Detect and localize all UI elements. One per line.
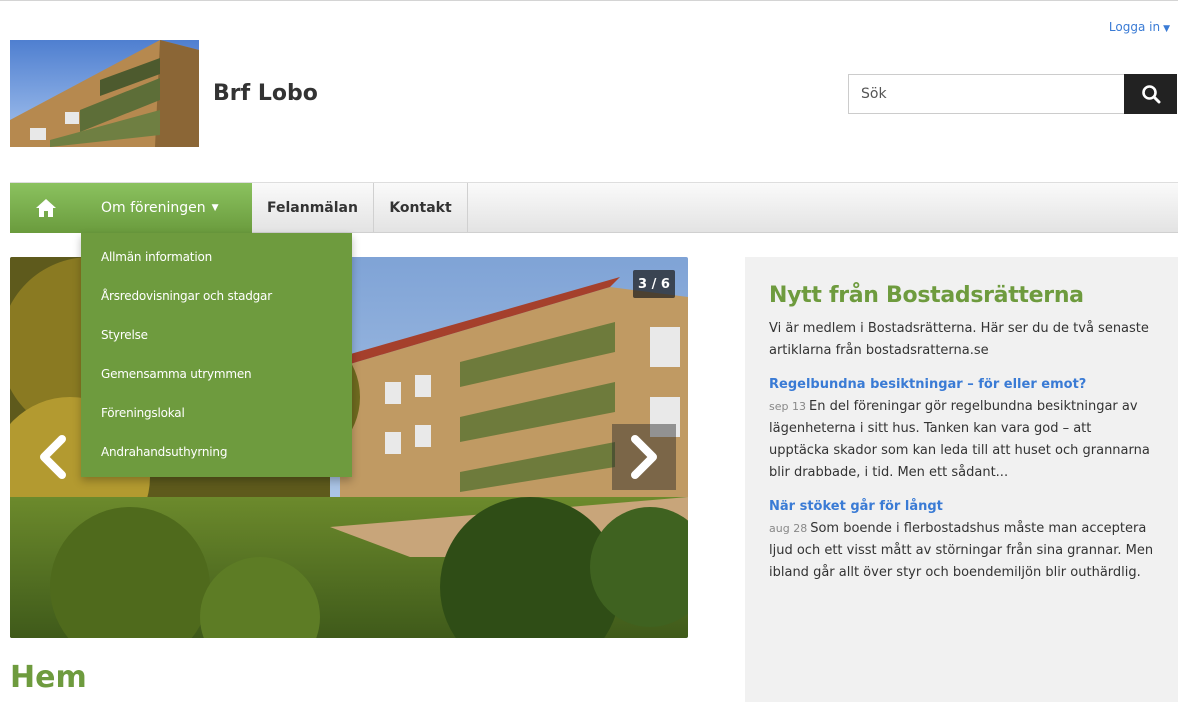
news-panel: Nytt från Bostadsrätterna Vi är medlem i… <box>745 257 1178 702</box>
login-link[interactable]: Logga in ▼ <box>1109 20 1170 34</box>
menu-item-andrahandsuthyrning[interactable]: Andrahandsuthyrning <box>81 433 352 472</box>
news-article-text: Som boende i flerbostadshus måste man ac… <box>769 521 1154 580</box>
nav-home[interactable] <box>10 183 81 233</box>
main-nav: Om föreningen ▼ Felanmälan Kontakt <box>10 182 1178 233</box>
news-article-excerpt: aug 28 Som boende i flerbostadshus måste … <box>769 518 1154 584</box>
news-article-link[interactable]: När stöket går för långt <box>769 496 1154 518</box>
nav-kontakt[interactable]: Kontakt <box>374 183 468 233</box>
search-input[interactable] <box>848 74 1124 114</box>
page-title: Hem <box>10 660 87 695</box>
nav-felanmalan[interactable]: Felanmälan <box>252 183 374 233</box>
menu-item-allman-information[interactable]: Allmän information <box>81 238 352 277</box>
logo-building-image <box>10 40 199 147</box>
slider-next-button[interactable] <box>612 424 676 490</box>
caret-down-icon: ▼ <box>1163 24 1170 34</box>
search-form <box>848 74 1177 114</box>
chevron-right-icon <box>631 435 657 479</box>
home-icon <box>35 199 56 217</box>
menu-item-foreningslokal[interactable]: Föreningslokal <box>81 394 352 433</box>
search-button[interactable] <box>1124 74 1177 114</box>
news-article-date: aug 28 <box>769 522 808 535</box>
search-icon <box>1141 85 1160 104</box>
site-title[interactable]: Brf Lobo <box>213 81 318 106</box>
nav-om-foreningen-label: Om föreningen <box>101 200 206 216</box>
site-logo[interactable] <box>10 40 199 147</box>
news-article-link[interactable]: Regelbundna besiktningar – för eller emo… <box>769 374 1154 396</box>
login-label: Logga in <box>1108 20 1161 34</box>
top-divider <box>0 0 1178 4</box>
menu-item-arsredovisningar[interactable]: Årsredovisningar och stadgar <box>81 277 352 316</box>
news-title: Nytt från Bostadsrätterna <box>769 283 1084 308</box>
chevron-left-icon <box>40 435 66 479</box>
nav-dropdown-menu: Allmän information Årsredovisningar och … <box>81 233 352 477</box>
nav-om-foreningen[interactable]: Om föreningen ▼ <box>81 183 252 233</box>
slider-prev-button[interactable] <box>28 424 78 490</box>
news-article-excerpt: sep 13 En del föreningar gör regelbundna … <box>769 396 1154 484</box>
news-article-text: En del föreningar gör regelbundna besikt… <box>769 399 1150 480</box>
chevron-down-icon: ▼ <box>211 203 219 213</box>
news-intro: Vi är medlem i Bostadsrätterna. Här ser … <box>769 321 1149 358</box>
slide-counter: 3 / 6 <box>633 270 675 298</box>
menu-item-styrelse[interactable]: Styrelse <box>81 316 352 355</box>
menu-item-gemensamma-utrymmen[interactable]: Gemensamma utrymmen <box>81 355 352 394</box>
news-article-date: sep 13 <box>769 400 806 413</box>
